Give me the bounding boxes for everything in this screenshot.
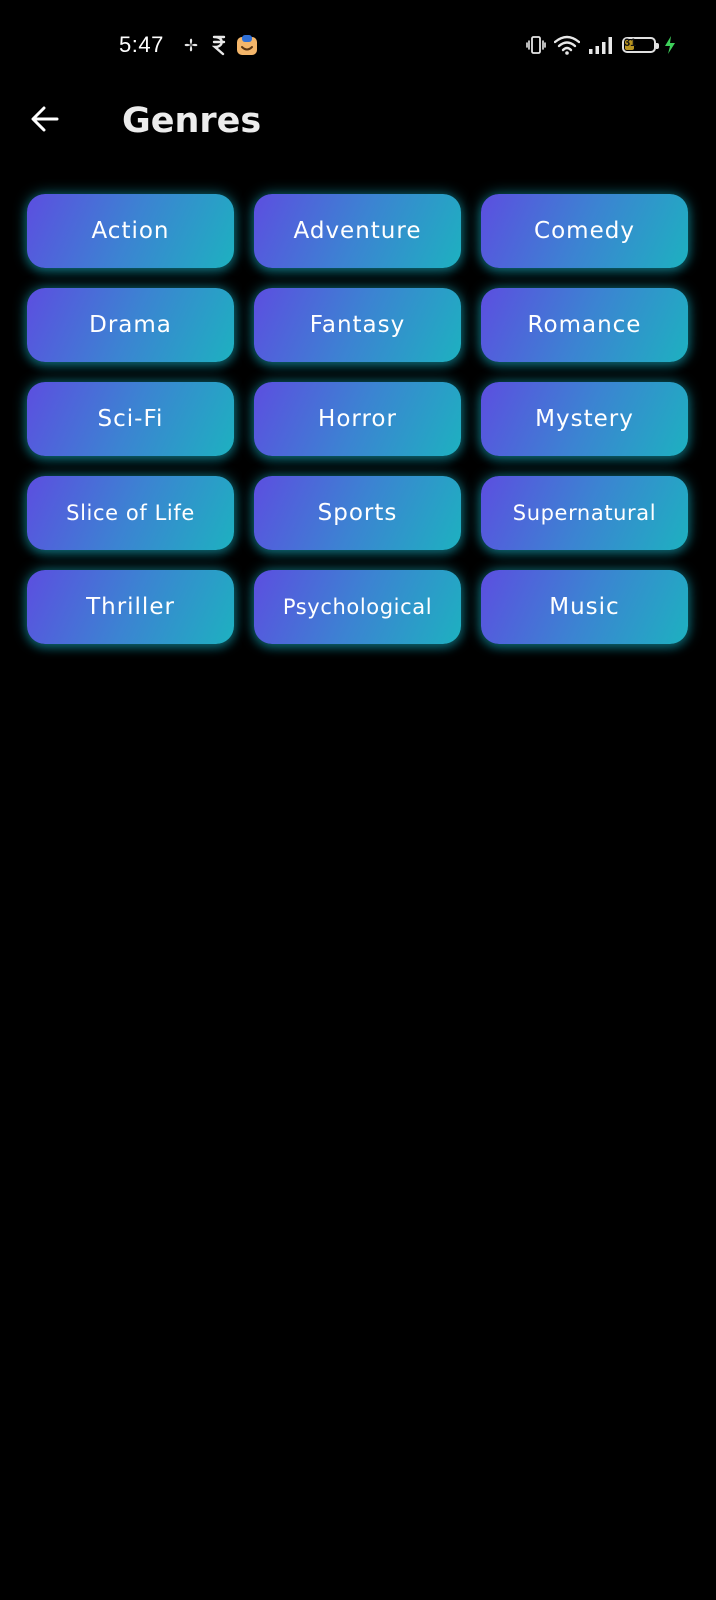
genre-button[interactable]: Psychological [254, 570, 461, 644]
genre-label: Action [91, 218, 170, 244]
genre-button[interactable]: Slice of Life [27, 476, 234, 550]
genre-button[interactable]: Sci-Fi [27, 382, 234, 456]
genre-button[interactable]: Thriller [27, 570, 234, 644]
genre-label: Drama [89, 312, 172, 338]
genre-label: Sci-Fi [97, 406, 164, 432]
genre-label: Thriller [86, 594, 175, 620]
genre-label: Romance [527, 312, 642, 338]
signal-icon [588, 35, 614, 55]
rupee-icon [212, 34, 226, 56]
genre-label: Slice of Life [66, 501, 195, 525]
genre-grid: Action Adventure Comedy Drama Fantasy Romance… [27, 194, 689, 644]
status-bar: 5:47 31 [0, 0, 716, 90]
genre-button[interactable]: Sports [254, 476, 461, 550]
battery-icon: 31 [622, 37, 659, 53]
back-button[interactable] [22, 98, 68, 144]
genre-label: Music [549, 594, 620, 620]
status-time: 5:47 [119, 32, 164, 57]
genre-button[interactable]: Fantasy [254, 288, 461, 362]
genre-button[interactable]: Action [27, 194, 234, 268]
pinwheel-icon [180, 34, 202, 56]
genre-label: Sports [317, 500, 398, 526]
charging-icon [664, 35, 676, 55]
genre-button[interactable]: Drama [27, 288, 234, 362]
wifi-icon [554, 35, 580, 55]
genre-label: Mystery [535, 406, 634, 432]
genre-button[interactable]: Comedy [481, 194, 688, 268]
genre-label: Adventure [293, 218, 422, 244]
app-bar: Genres [0, 90, 716, 152]
genre-button[interactable]: Mystery [481, 382, 688, 456]
page-title: Genres [122, 101, 262, 141]
genre-label: Comedy [534, 218, 635, 244]
arrow-left-icon [30, 104, 60, 138]
genre-label: Supernatural [512, 501, 657, 525]
genre-button[interactable]: Adventure [254, 194, 461, 268]
genre-label: Horror [318, 406, 397, 432]
genre-label: Fantasy [309, 312, 406, 338]
vibrate-icon [526, 35, 546, 55]
notification-icons [180, 32, 258, 58]
genre-button[interactable]: Horror [254, 382, 461, 456]
genre-label: Psychological [282, 595, 433, 619]
genre-button[interactable]: Romance [481, 288, 688, 362]
genre-button[interactable]: Supernatural [481, 476, 688, 550]
system-icons: 31 [526, 32, 676, 58]
battery-level: 31 [624, 37, 637, 49]
shopping-bag-icon [236, 34, 258, 56]
genre-button[interactable]: Music [481, 570, 688, 644]
